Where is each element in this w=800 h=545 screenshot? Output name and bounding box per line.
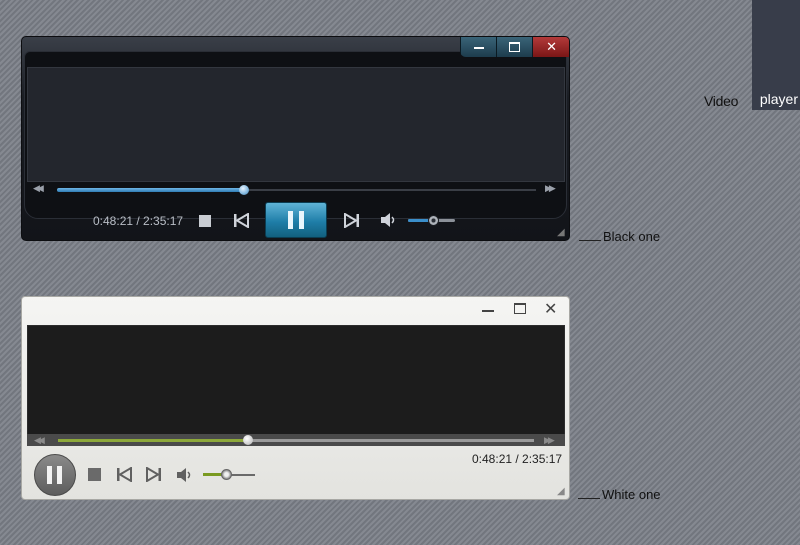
minimize-button[interactable] xyxy=(482,301,494,312)
caption-black: Black one xyxy=(579,229,660,244)
resize-grip-icon[interactable]: ◢ xyxy=(557,227,565,238)
volume-handle[interactable] xyxy=(221,469,232,480)
pause-button[interactable] xyxy=(265,202,327,238)
rewind-icon[interactable]: ◀◀ xyxy=(33,183,44,194)
volume-handle[interactable] xyxy=(428,215,439,226)
minimize-button[interactable] xyxy=(460,37,497,57)
resize-grip-icon[interactable]: ◢ xyxy=(557,486,565,497)
header-title-word1: Video xyxy=(704,93,739,109)
caption-white: White one xyxy=(578,487,661,502)
maximize-button[interactable] xyxy=(496,37,533,57)
black-player-window-controls: ✕ xyxy=(460,37,569,57)
rewind-icon[interactable]: ◀◀ xyxy=(34,435,45,446)
stop-button[interactable] xyxy=(199,215,211,227)
minimize-icon xyxy=(482,310,494,312)
time-display: 0:48:21 / 2:35:17 xyxy=(472,452,563,466)
stop-button[interactable] xyxy=(88,468,101,481)
black-player-video-area[interactable] xyxy=(27,67,565,182)
previous-icon[interactable] xyxy=(116,467,132,482)
volume-icon[interactable] xyxy=(176,467,194,483)
seek-handle[interactable] xyxy=(243,435,253,445)
fast-forward-icon[interactable]: ▶▶ xyxy=(545,183,556,194)
seek-bar-progress xyxy=(57,188,244,192)
maximize-icon xyxy=(509,42,521,52)
minimize-icon xyxy=(473,47,484,49)
seek-bar-progress xyxy=(58,439,248,442)
white-player-video-area[interactable] xyxy=(27,325,565,437)
maximize-icon xyxy=(514,303,526,314)
seek-handle[interactable] xyxy=(239,185,249,195)
volume-icon[interactable] xyxy=(380,212,398,228)
close-button[interactable]: ✕ xyxy=(544,299,557,319)
close-icon: ✕ xyxy=(544,301,558,318)
previous-icon[interactable] xyxy=(233,213,249,228)
maximize-button[interactable] xyxy=(514,303,526,314)
white-player-window: ✕ ◀◀ ▶▶ 0:48:21 / 2:35:17 ◢ xyxy=(21,296,570,500)
time-display: 0:48:21 / 2:35:17 xyxy=(93,214,184,228)
fast-forward-icon[interactable]: ▶▶ xyxy=(544,435,555,446)
header-title-word2: player xyxy=(752,89,800,110)
pause-button[interactable] xyxy=(34,454,76,496)
next-icon[interactable] xyxy=(344,213,360,228)
close-icon: ✕ xyxy=(546,39,557,54)
close-button[interactable]: ✕ xyxy=(532,37,569,57)
black-player-window: ✕ ◀◀ ▶▶ 0:48:21 / 2:35:17 ◢ xyxy=(21,36,570,241)
next-icon[interactable] xyxy=(146,467,162,482)
